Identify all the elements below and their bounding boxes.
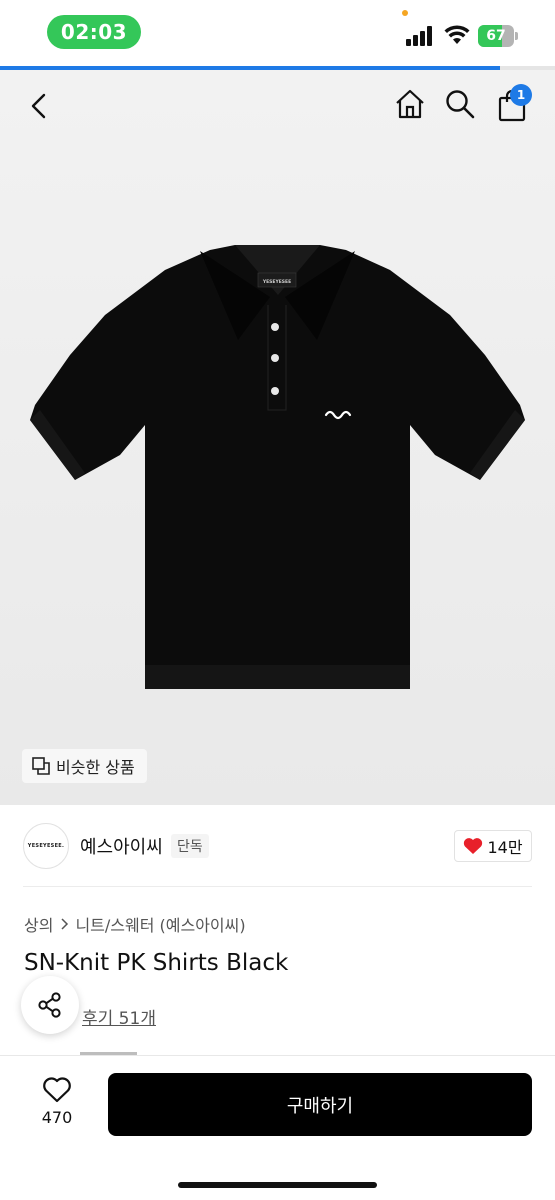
chevron-right-icon xyxy=(61,918,69,930)
breadcrumb-category[interactable]: 상의 xyxy=(24,912,53,936)
battery-indicator: 67 xyxy=(478,25,518,47)
privacy-indicator-dot xyxy=(402,10,408,16)
brand-row: YESEYESEE. 예스아이씨 단독 14만 xyxy=(0,805,555,887)
reviews-link[interactable]: 후기 51개 xyxy=(82,1004,156,1029)
search-icon[interactable] xyxy=(444,88,476,120)
similar-products-button[interactable]: 비슷한 상품 xyxy=(22,749,147,783)
buy-button[interactable]: 구매하기 xyxy=(108,1073,532,1136)
similar-products-label: 비슷한 상품 xyxy=(56,758,135,777)
wifi-icon xyxy=(444,25,470,44)
product-photo-polo-shirt[interactable]: YESEYESEE xyxy=(30,245,525,695)
share-button[interactable] xyxy=(21,976,79,1034)
share-icon xyxy=(38,992,61,1018)
brand-name[interactable]: 예스아이씨 xyxy=(80,833,163,859)
status-bar: 02:03 67 xyxy=(0,0,555,66)
product-image-area[interactable]: 1 YESEYESEE 비슷한 상품 xyxy=(0,70,555,805)
brand-like-count: 14만 xyxy=(487,838,523,857)
exclusive-badge: 단독 xyxy=(171,834,209,858)
home-icon[interactable] xyxy=(394,88,426,120)
cart-count-badge: 1 xyxy=(510,84,532,106)
home-indicator[interactable] xyxy=(178,1182,377,1188)
battery-percent: 67 xyxy=(486,28,506,44)
breadcrumb: 상의 니트/스웨터 (예스아이씨) xyxy=(24,912,246,936)
wishlist-button[interactable]: 470 xyxy=(30,1076,84,1136)
breadcrumb-subcategory[interactable]: 니트/스웨터 (예스아이씨) xyxy=(75,912,245,936)
status-time: 02:03 xyxy=(47,15,141,49)
brand-logo[interactable]: YESEYESEE. xyxy=(23,823,69,869)
divider xyxy=(23,886,532,887)
back-arrow-icon[interactable] xyxy=(24,90,56,122)
heart-outline-icon xyxy=(43,1077,71,1103)
brand-like-button[interactable]: 14만 xyxy=(454,830,532,862)
wishlist-count: 470 xyxy=(41,1108,73,1127)
similar-items-icon xyxy=(32,757,50,775)
bottom-action-bar: 470 구매하기 xyxy=(0,1055,555,1200)
cellular-signal-icon xyxy=(406,26,432,46)
heart-filled-icon xyxy=(464,838,483,854)
shirt-label-text: YESEYESEE xyxy=(262,279,291,285)
product-title: SN-Knit PK Shirts Black xyxy=(24,950,289,976)
